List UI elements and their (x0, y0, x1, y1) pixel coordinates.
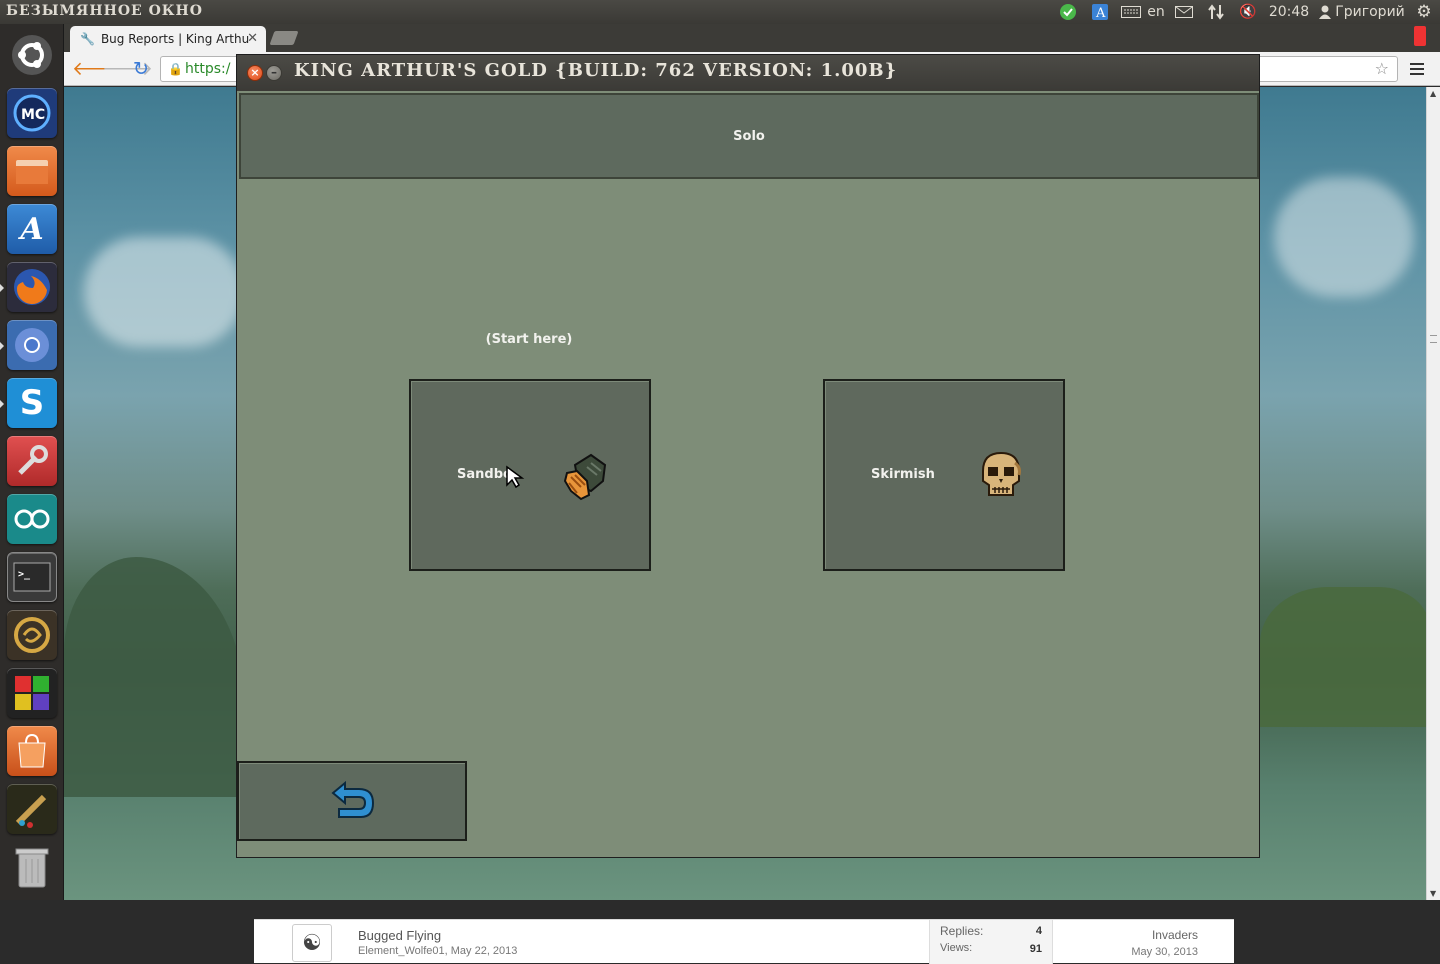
brush-icon[interactable] (7, 784, 57, 834)
files-icon[interactable] (7, 146, 57, 196)
launcher: MC A S >_ (0, 24, 64, 900)
lock-icon: 🔒 (168, 62, 183, 76)
sandbox-button[interactable]: Sandbo (409, 379, 651, 571)
skype-icon[interactable]: S (7, 378, 57, 428)
volume-muted-icon[interactable]: 🔇 (1238, 0, 1258, 24)
star-icon[interactable]: ☆ (1375, 57, 1389, 81)
top-panel: БЕЗЫМЯННОЕ ОКНО A en 🔇 20:48 Григорий ⚙ (0, 0, 1440, 24)
svg-text:>_: >_ (18, 569, 31, 580)
running-indicator (0, 342, 4, 350)
reload-icon[interactable]: ↻ (130, 58, 152, 80)
replies-count: 4 (1035, 925, 1042, 937)
clock[interactable]: 20:48 (1268, 0, 1310, 24)
user-name[interactable]: Григорий (1334, 0, 1406, 24)
svg-text:A: A (1095, 6, 1106, 21)
mc-icon[interactable]: MC (7, 88, 57, 138)
background-hill (64, 557, 244, 797)
replies-label: Replies: (940, 924, 984, 938)
solo-header-label: Solo (733, 128, 765, 144)
forward-icon[interactable]: 🡒 (102, 58, 153, 80)
favicon-icon: 🔧 (80, 32, 95, 46)
keyboard-layout-label[interactable]: en (1146, 0, 1166, 24)
skirmish-label: Skirmish (871, 467, 935, 482)
game-window: × – KING ARTHUR'S GOLD {BUILD: 762 VERSI… (236, 54, 1260, 858)
text-editor-icon[interactable]: A (7, 204, 57, 254)
close-window-icon[interactable]: × (247, 65, 263, 81)
last-post-date: May 30, 2013 (1131, 946, 1198, 958)
running-indicator (0, 400, 4, 408)
terminal-icon[interactable]: >_ (7, 552, 57, 602)
gear-icon[interactable]: ⚙ (1414, 0, 1434, 24)
browser-tab[interactable]: 🔧 Bug Reports | King Arthu ✕ (70, 26, 266, 52)
close-tab-icon[interactable]: ✕ (247, 31, 258, 46)
sandbox-label: Sandbo (457, 467, 512, 482)
mail-icon[interactable] (1174, 0, 1194, 24)
svg-text:MC: MC (21, 107, 45, 123)
update-check-icon[interactable] (1058, 0, 1078, 24)
scroll-up-icon[interactable]: ▲ (1430, 89, 1436, 98)
page-scrollbar[interactable]: ▲ ▼ (1426, 87, 1440, 900)
mouse-cursor (505, 465, 525, 489)
running-indicator (0, 284, 4, 292)
keyboard-icon[interactable] (1120, 0, 1142, 24)
game-window-title: KING ARTHUR'S GOLD {BUILD: 762 VERSION: … (294, 60, 898, 81)
tab-title: Bug Reports | King Arthu (100, 32, 250, 46)
back-arrow-icon (329, 779, 375, 821)
arduino-icon[interactable] (7, 494, 57, 544)
gauntlet-icon (561, 451, 617, 503)
url-text: https:/ (185, 61, 231, 77)
trash-icon[interactable] (7, 842, 57, 892)
minimize-window-icon[interactable]: – (266, 65, 282, 81)
bookmark-ribbon-icon (1414, 26, 1426, 46)
thread-title[interactable]: Bugged Flying (358, 928, 441, 943)
firefox-icon[interactable] (7, 262, 57, 312)
thread-list-item[interactable]: ☯ Bugged Flying Element_Wolfe01, May 22,… (254, 919, 1234, 964)
network-icon[interactable] (1206, 0, 1226, 24)
kag-dragon-icon[interactable] (7, 610, 57, 660)
scroll-down-icon[interactable]: ▼ (1430, 889, 1436, 898)
thread-stats: Replies: 4 Views: 91 (929, 920, 1053, 964)
views-count: 91 (1029, 943, 1042, 955)
new-tab-button[interactable] (269, 31, 299, 45)
tab-strip: 🔧 Bug Reports | King Arthu ✕ (64, 24, 1440, 52)
app-indicator-icon[interactable]: A (1090, 0, 1110, 24)
skull-icon (975, 451, 1031, 503)
background-cloud (84, 237, 244, 347)
colorful-cube-icon[interactable] (7, 668, 57, 718)
start-here-hint: (Start here) (485, 332, 573, 347)
thread-author[interactable]: Element_Wolfe01 (358, 945, 445, 957)
avatar[interactable]: ☯ (292, 924, 332, 962)
chromium-icon[interactable] (7, 320, 57, 370)
background-cloud (1274, 177, 1414, 297)
menu-icon[interactable] (1410, 61, 1424, 75)
game-titlebar: × – KING ARTHUR'S GOLD {BUILD: 762 VERSI… (237, 55, 1259, 91)
software-center-icon[interactable] (7, 726, 57, 776)
skirmish-button[interactable]: Skirmish (823, 379, 1065, 571)
background-hill (1260, 587, 1430, 727)
active-window-title: БЕЗЫМЯННОЕ ОКНО (6, 3, 203, 19)
views-label: Views: (940, 942, 973, 954)
thread-meta: Element_Wolfe01, May 22, 2013 (358, 945, 518, 957)
solo-header: Solo (239, 93, 1259, 179)
system-settings-icon[interactable] (7, 436, 57, 486)
back-button[interactable] (237, 761, 467, 841)
user-icon[interactable] (1318, 0, 1332, 24)
thread-date: May 22, 2013 (450, 945, 518, 957)
scroll-thumb[interactable] (1430, 335, 1437, 343)
back-icon[interactable]: 🡐 (72, 58, 123, 80)
ubuntu-dash-icon[interactable] (7, 30, 57, 80)
last-poster[interactable]: Invaders (1152, 928, 1198, 942)
